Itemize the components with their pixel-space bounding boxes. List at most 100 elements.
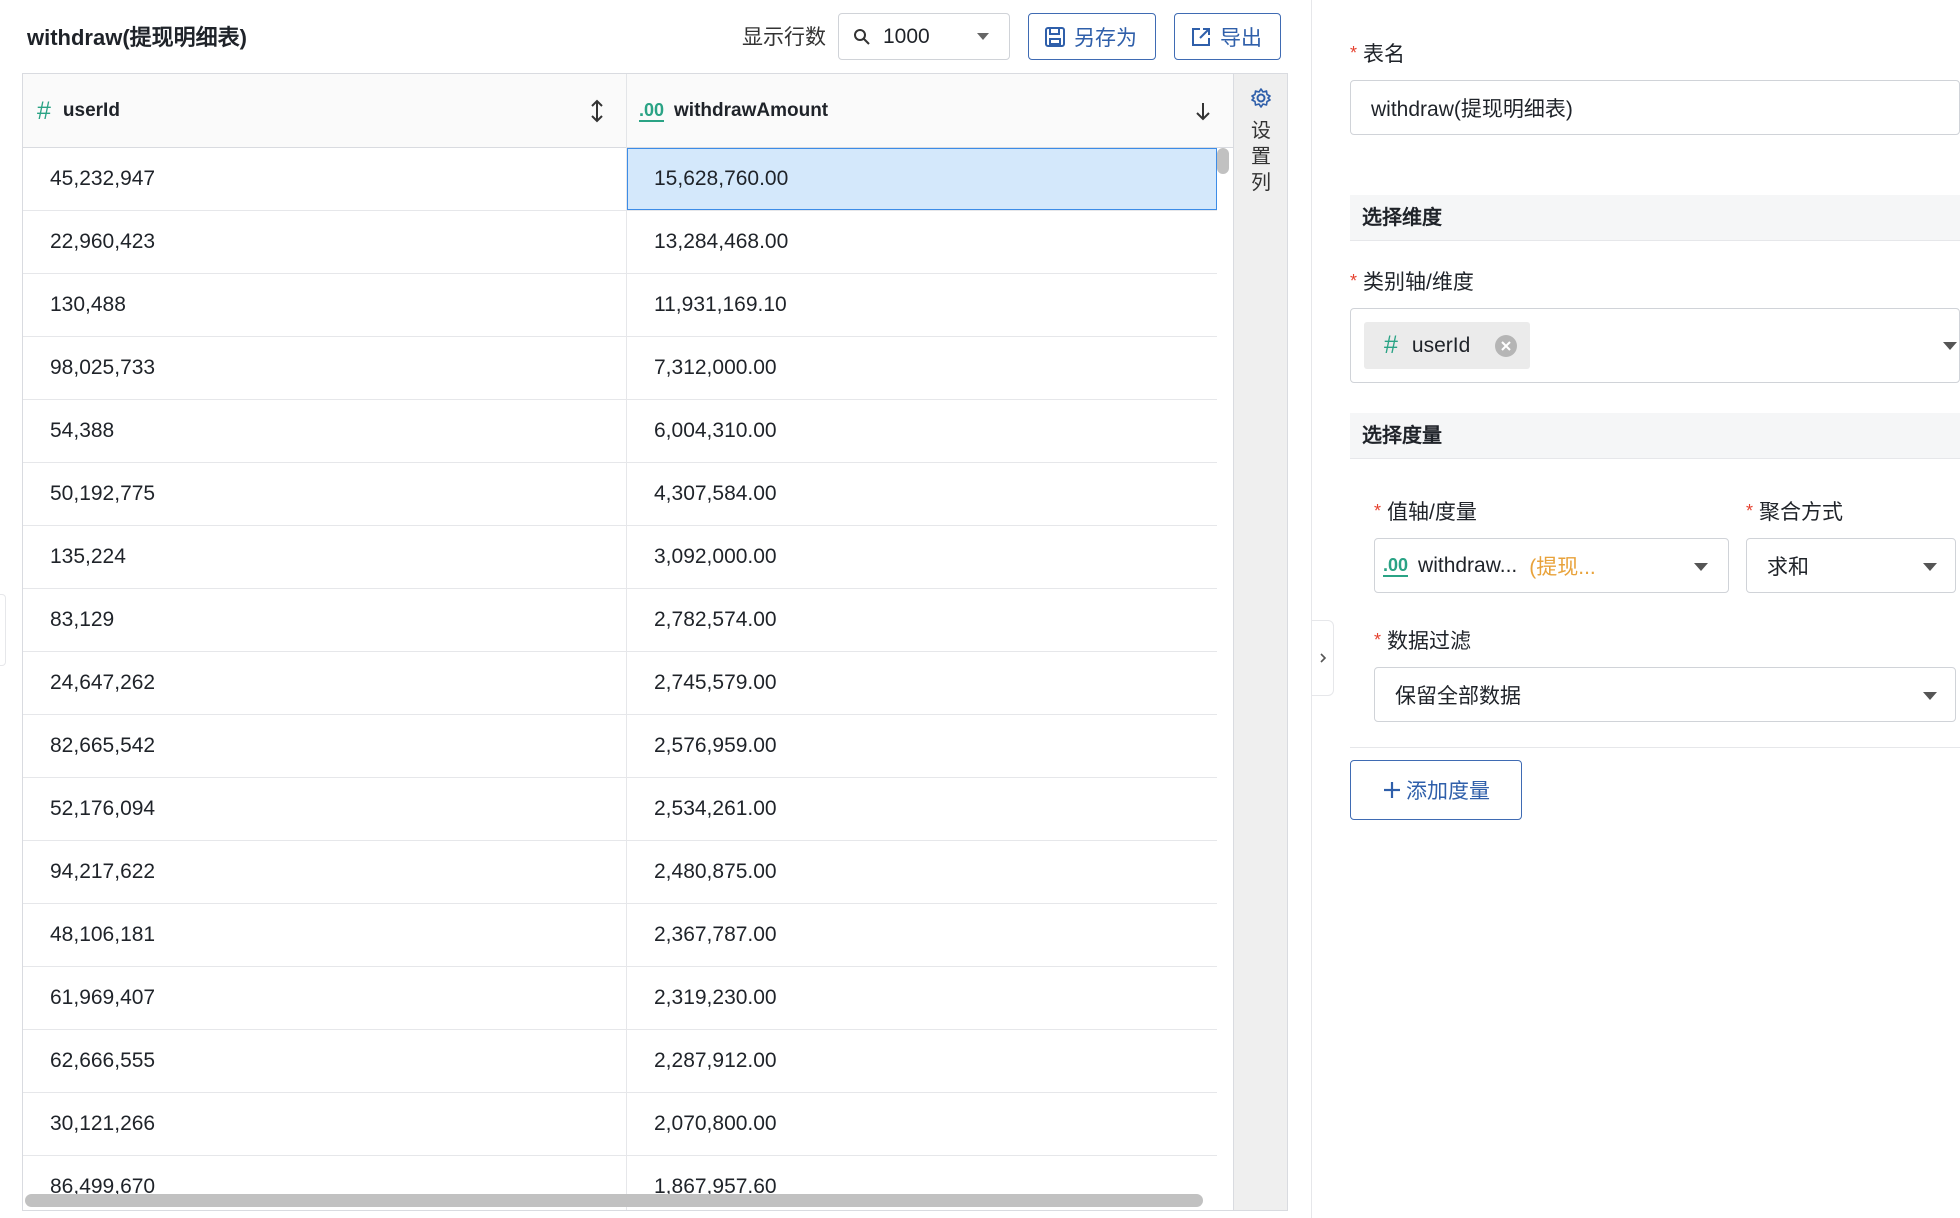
cell-userid[interactable]: 82,665,542 (23, 715, 627, 777)
cell-withdrawamount[interactable]: 6,004,310.00 (627, 400, 1217, 462)
table-row: 83,129 2,782,574.00 (23, 589, 1217, 652)
table-row: 30,121,266 2,070,800.00 (23, 1093, 1217, 1156)
dimension-tag-label: userId (1411, 333, 1471, 357)
cell-userid[interactable]: 22,960,423 (23, 211, 627, 273)
gear-icon (1251, 88, 1271, 108)
app-root: withdraw(提现明细表) 显示行数 1000 另存为 导出 # userI… (0, 0, 1960, 1218)
plus-icon (1384, 782, 1400, 798)
aggregation-select[interactable]: 求和 (1746, 538, 1956, 593)
cell-withdrawamount[interactable]: 2,534,261.00 (627, 778, 1217, 840)
cell-userid[interactable]: 45,232,947 (23, 148, 627, 210)
dimension-section-header: 选择维度 (1350, 195, 1960, 241)
table-name-input[interactable]: withdraw(提现明细表) (1350, 80, 1960, 135)
rows-count-label: 显示行数 (742, 26, 826, 49)
horizontal-scrollbar[interactable] (25, 1194, 1203, 1207)
table-row: 48,106,181 2,367,787.00 (23, 904, 1217, 967)
cell-withdrawamount[interactable]: 2,070,800.00 (627, 1093, 1217, 1155)
dimension-label: * 类别轴/维度 (1350, 270, 1474, 295)
table-row: 94,217,622 2,480,875.00 (23, 841, 1217, 904)
value-axis-field: withdraw... (1418, 553, 1518, 577)
save-as-button[interactable]: 另存为 (1028, 13, 1156, 60)
column-header-withdrawamount[interactable]: .00 withdrawAmount (627, 74, 1233, 148)
cell-withdrawamount[interactable]: 2,287,912.00 (627, 1030, 1217, 1092)
sort-desc-icon[interactable] (1195, 98, 1211, 124)
search-icon (854, 28, 870, 45)
required-mark: * (1746, 500, 1754, 521)
cell-withdrawamount[interactable]: 2,576,959.00 (627, 715, 1217, 777)
cell-userid[interactable]: 130,488 (23, 274, 627, 336)
cell-userid[interactable]: 98,025,733 (23, 337, 627, 399)
export-label: 导出 (1220, 26, 1262, 50)
cell-withdrawamount[interactable]: 4,307,584.00 (627, 463, 1217, 525)
cell-withdrawamount[interactable]: 7,312,000.00 (627, 337, 1217, 399)
cell-userid[interactable]: 62,666,555 (23, 1030, 627, 1092)
column-settings-label: 设 置 列 (1251, 120, 1271, 194)
cell-withdrawamount[interactable]: 2,319,230.00 (627, 967, 1217, 1029)
table-row: 24,647,262 2,745,579.00 (23, 652, 1217, 715)
required-mark: * (1350, 42, 1358, 63)
column-settings-button[interactable]: 设 置 列 (1233, 74, 1287, 1210)
dimension-tag-userid: # userId (1364, 322, 1530, 369)
add-measure-button[interactable]: 添加度量 (1350, 760, 1522, 820)
column-header-userid[interactable]: # userId (23, 74, 627, 148)
table-row: 52,176,094 2,534,261.00 (23, 778, 1217, 841)
cell-userid[interactable]: 54,388 (23, 400, 627, 462)
cell-userid[interactable]: 94,217,622 (23, 841, 627, 903)
cell-withdrawamount[interactable]: 2,480,875.00 (627, 841, 1217, 903)
cell-userid[interactable]: 24,647,262 (23, 652, 627, 714)
cell-withdrawamount[interactable]: 13,284,468.00 (627, 211, 1217, 273)
save-as-label: 另存为 (1074, 26, 1137, 50)
table-row: 62,666,555 2,287,912.00 (23, 1030, 1217, 1093)
cell-withdrawamount[interactable]: 11,931,169.10 (627, 274, 1217, 336)
page-title: withdraw(提现明细表) (27, 25, 247, 50)
cell-userid[interactable]: 135,224 (23, 526, 627, 588)
table-row: 54,388 6,004,310.00 (23, 400, 1217, 463)
export-icon (1192, 27, 1210, 46)
value-axis-hint: (提现... (1529, 555, 1596, 579)
sort-both-icon[interactable] (590, 98, 604, 124)
required-mark: * (1374, 629, 1382, 650)
remove-tag-icon[interactable] (1494, 334, 1518, 358)
required-mark: * (1374, 500, 1382, 521)
rows-count-select[interactable]: 1000 (838, 13, 1010, 60)
table-row: 135,224 3,092,000.00 (23, 526, 1217, 589)
export-button[interactable]: 导出 (1174, 13, 1281, 60)
cell-withdrawamount[interactable]: 2,745,579.00 (627, 652, 1217, 714)
measure-section-header: 选择度量 (1350, 413, 1960, 459)
cell-withdrawamount[interactable]: 2,782,574.00 (627, 589, 1217, 651)
aggregation-label: * 聚合方式 (1746, 500, 1844, 525)
integer-type-icon: # (37, 96, 51, 125)
table-row: 130,488 11,931,169.10 (23, 274, 1217, 337)
data-filter-select[interactable]: 保留全部数据 (1374, 667, 1956, 722)
cell-userid[interactable]: 30,121,266 (23, 1093, 627, 1155)
chevron-down-icon (1923, 692, 1937, 700)
table-row: 98,025,733 7,312,000.00 (23, 337, 1217, 400)
cell-withdrawamount[interactable]: 3,092,000.00 (627, 526, 1217, 588)
aggregation-value: 求和 (1767, 555, 1809, 579)
table-body: 45,232,947 15,628,760.00 22,960,423 13,284,… (23, 148, 1217, 1210)
table-pane: withdraw(提现明细表) 显示行数 1000 另存为 导出 # userI… (0, 0, 1292, 1218)
cell-withdrawamount[interactable]: 15,628,760.00 (627, 148, 1217, 210)
config-panel: * 表名 withdraw(提现明细表) 选择维度 * 类别轴/维度 # use… (1312, 0, 1960, 1218)
chevron-down-icon (1943, 342, 1957, 350)
cell-userid[interactable]: 61,969,407 (23, 967, 627, 1029)
table-row: 61,969,407 2,319,230.00 (23, 967, 1217, 1030)
cell-userid[interactable]: 50,192,775 (23, 463, 627, 525)
vertical-scrollbar[interactable] (1217, 148, 1229, 174)
cell-userid[interactable]: 83,129 (23, 589, 627, 651)
decimal-type-icon: .00 (639, 100, 665, 122)
value-axis-select[interactable]: .00 withdraw... (提现... (1374, 538, 1729, 593)
data-filter-value: 保留全部数据 (1395, 684, 1521, 708)
left-drawer-handle[interactable] (0, 594, 6, 666)
table-row: 22,960,423 13,284,468.00 (23, 211, 1217, 274)
chevron-down-icon (1694, 563, 1708, 571)
cell-userid[interactable]: 48,106,181 (23, 904, 627, 966)
chevron-down-icon (1923, 563, 1937, 571)
cell-withdrawamount[interactable]: 2,367,787.00 (627, 904, 1217, 966)
required-mark: * (1350, 270, 1358, 291)
table-name-label: * 表名 (1350, 42, 1406, 67)
table-row: 45,232,947 15,628,760.00 (23, 148, 1217, 211)
cell-userid[interactable]: 52,176,094 (23, 778, 627, 840)
column-name: userId (62, 100, 120, 121)
table-row: 82,665,542 2,576,959.00 (23, 715, 1217, 778)
